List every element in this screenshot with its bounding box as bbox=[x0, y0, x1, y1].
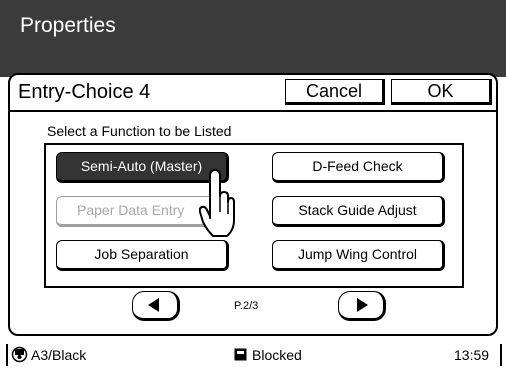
blocked-icon bbox=[234, 348, 247, 361]
page-title: Properties bbox=[20, 14, 116, 37]
status-separator bbox=[6, 344, 8, 366]
function-jump-wing-control-button[interactable]: Jump Wing Control bbox=[272, 240, 445, 271]
page-indicator: P.2/3 bbox=[234, 300, 259, 312]
status-separator bbox=[500, 344, 502, 366]
function-job-separation-button[interactable]: Job Separation bbox=[56, 240, 229, 271]
function-stack-guide-adjust-button[interactable]: Stack Guide Adjust bbox=[272, 196, 445, 227]
status-bar: A3/Black Blocked 13:59 bbox=[0, 336, 506, 371]
arrow-right-icon bbox=[357, 298, 368, 312]
panel-title: Entry-Choice 4 bbox=[18, 81, 151, 103]
divider bbox=[8, 110, 498, 112]
paper-status: A3/Black bbox=[31, 347, 87, 363]
instruction-text: Select a Function to be Listed bbox=[47, 123, 232, 139]
pointing-hand-icon bbox=[199, 169, 235, 237]
page-prev-button[interactable] bbox=[132, 291, 180, 321]
entry-choice-panel: Entry-Choice 4 Cancel OK Select a Functi… bbox=[8, 73, 498, 336]
function-d-feed-check-button[interactable]: D-Feed Check bbox=[272, 152, 445, 183]
page-next-button[interactable] bbox=[338, 291, 386, 321]
machine-status: Blocked bbox=[252, 347, 302, 363]
arrow-left-icon bbox=[148, 298, 159, 312]
cancel-button[interactable]: Cancel bbox=[285, 79, 385, 105]
clock-time: 13:59 bbox=[454, 347, 490, 363]
ok-button[interactable]: OK bbox=[391, 79, 492, 105]
paper-drum-icon bbox=[11, 346, 28, 363]
header-bar: Properties bbox=[0, 0, 506, 77]
